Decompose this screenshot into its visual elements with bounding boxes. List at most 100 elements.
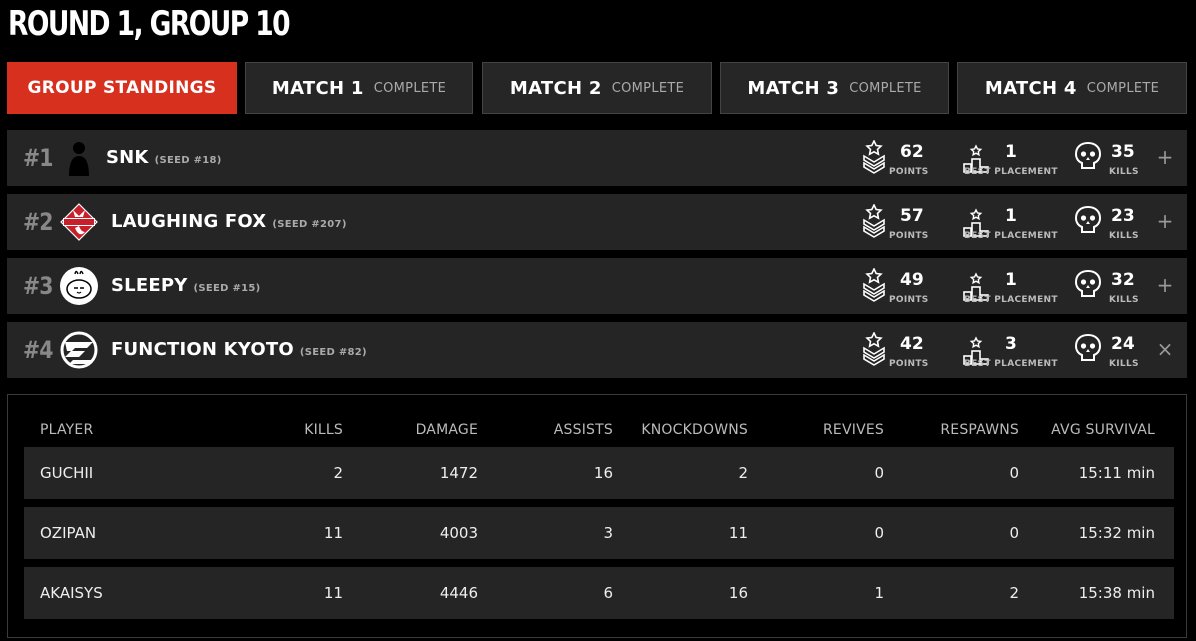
player-stats-panel: PLAYER KILLS DAMAGE ASSISTS KNOCKDOWNS R… (7, 394, 1187, 638)
points-chevron-icon (863, 332, 885, 366)
tab-match-3[interactable]: MATCH 3 COMPLETE (720, 62, 949, 114)
player-damage: 4003 (439, 524, 478, 542)
team-rank: #4 (23, 336, 53, 364)
col-header-knockdowns: KNOCKDOWNS (641, 422, 748, 438)
team-row-1[interactable]: #1 SNK (SEED #18) 62 POINTS 1 BEST PLACEM… (7, 130, 1187, 186)
player-name: GUCHII (40, 464, 94, 482)
tab-status: COMPLETE (849, 80, 922, 96)
player-damage: 4446 (439, 584, 478, 602)
team-best-placement: 3 (1005, 334, 1017, 354)
player-avg-survival: 15:11 min (1078, 464, 1155, 482)
team-row-4[interactable]: #4 FUNCTION KYOTO (SEED #82) 42 POINTS 3 … (7, 322, 1187, 378)
col-header-avg-survival: AVG SURVIVAL (1051, 422, 1155, 438)
team-name-block: SLEEPY (SEED #15) (111, 275, 261, 296)
points-chevron-icon (863, 204, 885, 238)
col-header-respawns: RESPAWNS (940, 422, 1019, 438)
team-name-block: FUNCTION KYOTO (SEED #82) (111, 339, 367, 360)
placement-label: BEST PLACEMENT (964, 359, 1058, 369)
page-title: ROUND 1, GROUP 10 (8, 4, 291, 44)
team-seed: (SEED #207) (272, 219, 347, 230)
team-name: LAUGHING FOX (111, 211, 267, 232)
tab-status: COMPLETE (611, 80, 685, 96)
expand-toggle-icon[interactable]: + (1155, 273, 1175, 297)
points-chevron-icon (863, 268, 885, 302)
team-points: 57 (900, 206, 924, 226)
team-name: FUNCTION KYOTO (111, 339, 294, 360)
team-rank: #3 (23, 272, 53, 300)
kills-label: KILLS (1109, 295, 1139, 305)
skull-icon (1075, 205, 1101, 233)
team-row-2[interactable]: #2 LAUGHING FOX (SEED #207) 57 POINTS 1 B… (7, 194, 1187, 250)
player-damage: 1472 (439, 464, 478, 482)
points-label: POINTS (889, 231, 929, 241)
default-avatar-icon (69, 142, 89, 176)
team-kills: 23 (1111, 206, 1135, 226)
player-respawns: 0 (1009, 464, 1019, 482)
player-kills: 11 (323, 584, 343, 602)
team-kills: 35 (1111, 142, 1135, 162)
kills-label: KILLS (1109, 359, 1139, 369)
team-name: SNK (106, 147, 149, 168)
team-best-placement: 1 (1005, 270, 1017, 290)
placement-label: BEST PLACEMENT (964, 167, 1058, 177)
team-name-block: SNK (SEED #18) (106, 147, 222, 168)
team-points: 49 (900, 270, 924, 290)
col-header-assists: ASSISTS (553, 422, 613, 438)
collapse-toggle-icon[interactable]: × (1155, 337, 1175, 361)
player-respawns: 0 (1009, 524, 1019, 542)
tab-match-4[interactable]: MATCH 4 COMPLETE (957, 62, 1187, 114)
tab-label: MATCH 2 (509, 77, 602, 99)
player-knockdowns: 11 (728, 524, 748, 542)
points-label: POINTS (889, 295, 929, 305)
player-assists: 16 (593, 464, 613, 482)
points-label: POINTS (889, 167, 929, 177)
table-row: GUCHII 2 1472 16 2 0 0 15:11 min (24, 447, 1174, 499)
col-header-kills: KILLS (304, 422, 343, 438)
col-header-player: PLAYER (40, 422, 94, 438)
expand-toggle-icon[interactable]: + (1155, 145, 1175, 169)
team-row-3[interactable]: #3 SLEEPY (SEED #15) 49 POINTS 1 BEST PLA… (7, 258, 1187, 314)
player-assists: 6 (603, 584, 613, 602)
points-label: POINTS (889, 359, 929, 369)
skull-icon (1075, 269, 1101, 297)
team-points: 42 (900, 334, 924, 354)
team-seed: (SEED #82) (299, 347, 367, 358)
team-points: 62 (900, 142, 924, 162)
fox-logo-icon (60, 203, 98, 241)
tab-match-1[interactable]: MATCH 1 COMPLETE (245, 62, 473, 114)
function-kyoto-logo-icon (60, 331, 98, 369)
player-name: OZIPAN (40, 524, 97, 542)
player-revives: 0 (874, 524, 884, 542)
player-revives: 1 (874, 584, 884, 602)
kills-label: KILLS (1109, 231, 1139, 241)
tab-label: MATCH 3 (747, 77, 840, 99)
tab-label: MATCH 1 (271, 77, 364, 99)
team-name-block: LAUGHING FOX (SEED #207) (111, 211, 347, 232)
tab-group-standings[interactable]: GROUP STANDINGS (7, 62, 237, 114)
player-knockdowns: 16 (728, 584, 748, 602)
player-respawns: 2 (1009, 584, 1019, 602)
player-avg-survival: 15:32 min (1078, 524, 1155, 542)
placement-label: BEST PLACEMENT (964, 295, 1058, 305)
tab-bar: GROUP STANDINGS MATCH 1 COMPLETE MATCH 2… (7, 62, 1187, 114)
points-chevron-icon (863, 140, 885, 174)
team-rank: #1 (23, 144, 53, 172)
player-kills: 11 (323, 524, 343, 542)
team-seed: (SEED #15) (193, 283, 261, 294)
player-name: AKAISYS (40, 584, 103, 602)
player-avg-survival: 15:38 min (1078, 584, 1155, 602)
player-assists: 3 (603, 524, 613, 542)
player-knockdowns: 2 (738, 464, 748, 482)
placement-label: BEST PLACEMENT (964, 231, 1058, 241)
kills-label: KILLS (1109, 167, 1139, 177)
table-row: OZIPAN 11 4003 3 11 0 0 15:32 min (24, 507, 1174, 559)
expand-toggle-icon[interactable]: + (1155, 209, 1175, 233)
team-kills: 32 (1111, 270, 1135, 290)
tab-match-2[interactable]: MATCH 2 COMPLETE (482, 62, 712, 114)
team-best-placement: 1 (1005, 206, 1017, 226)
col-header-revives: REVIVES (823, 422, 884, 438)
tab-label: MATCH 4 (984, 77, 1077, 99)
tab-status: COMPLETE (1086, 80, 1160, 96)
tab-status: COMPLETE (373, 80, 447, 96)
player-kills: 2 (333, 464, 343, 482)
